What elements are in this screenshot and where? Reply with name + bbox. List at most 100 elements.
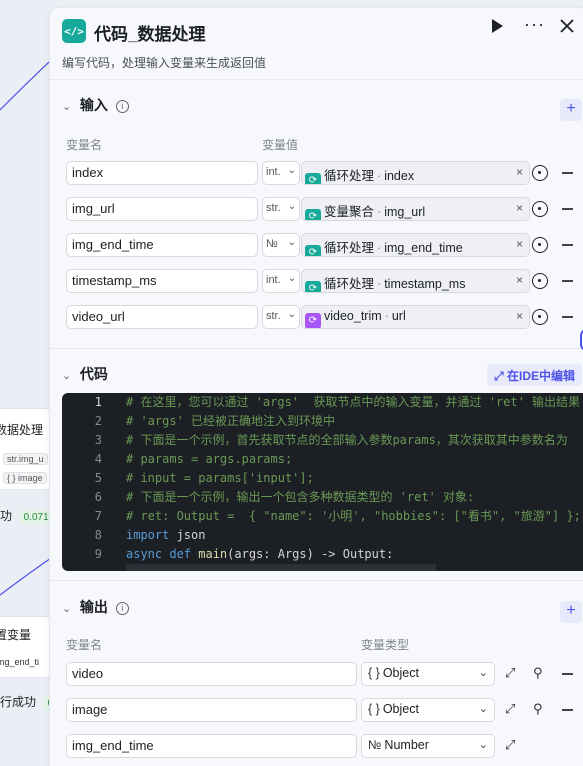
remove-input-icon[interactable] — [562, 244, 573, 246]
code-token: json — [169, 528, 206, 542]
output-type-select[interactable]: { } Object ⌄ — [361, 662, 495, 686]
code-token: import — [126, 528, 170, 542]
info-icon[interactable]: i — [115, 602, 129, 615]
type-icon: № — [368, 738, 382, 752]
remove-input-icon[interactable] — [562, 316, 573, 318]
line-number: 9 — [94, 547, 102, 561]
loop-node-title: 数据处理 — [0, 423, 44, 437]
clear-icon[interactable]: × — [516, 165, 523, 179]
code-line: 6 # 下面是一个示例，输出一个包含多种数据类型的 'ret' 对象: — [62, 488, 583, 507]
input-type-select[interactable]: int. ⌄ — [262, 161, 300, 185]
loop-node-fragment[interactable]: 数据处理 str.img_u { } image — [0, 408, 52, 490]
chevron-down-icon[interactable]: ⌄ — [62, 602, 76, 615]
source-variable-name: url — [391, 309, 406, 323]
input-value-reference[interactable]: ⟳ video_trim · url × — [301, 305, 530, 329]
code-node-icon: </> — [62, 19, 86, 43]
info-icon[interactable]: i — [115, 100, 129, 113]
more-icon[interactable]: ··· — [524, 14, 545, 35]
output-name-field[interactable]: image — [66, 698, 357, 722]
output-type-label: Object — [382, 702, 419, 716]
remove-output-icon[interactable] — [562, 709, 573, 711]
code-text: # params = args.params; — [126, 450, 292, 469]
input-value-reference[interactable]: ⟳ 循环处理 · img_end_time × — [301, 233, 530, 257]
input-type-select[interactable]: int. ⌄ — [262, 269, 300, 293]
add-output-button[interactable]: + — [560, 601, 582, 623]
inputs-header[interactable]: ⌄ 输入 i — [62, 95, 129, 115]
code-text: # ret: Output = { "name": '小明', "hobbies… — [126, 507, 581, 526]
input-name-field[interactable]: video_url — [66, 305, 258, 329]
remove-input-icon[interactable] — [562, 208, 573, 210]
clear-icon[interactable]: × — [516, 237, 523, 251]
output-type-label: Object — [382, 666, 419, 680]
code-line: 4 # params = args.params; — [62, 450, 583, 469]
input-value-reference[interactable]: ⟳ 循环处理 · timestamp_ms × — [301, 269, 530, 293]
clear-icon[interactable]: × — [516, 309, 523, 323]
input-value-reference[interactable]: ⟳ 变量聚合 · img_url × — [301, 197, 530, 221]
code-token: async def — [126, 547, 192, 561]
chevron-down-icon: ⌄ — [478, 703, 488, 715]
chevron-down-icon: ⌄ — [478, 739, 488, 751]
remove-input-icon[interactable] — [562, 280, 573, 282]
code-token: # input = params['input']; — [126, 471, 314, 485]
clear-icon[interactable]: × — [516, 201, 523, 215]
code-title: 代码 — [79, 366, 108, 382]
code-editor[interactable]: 1 # 在这里，您可以通过 'args' 获取节点中的输入变量，并通过 'ret'… — [62, 393, 583, 571]
input-type-select[interactable]: str. ⌄ — [262, 305, 300, 329]
node-description[interactable]: 编写代码，处理输入变量来生成返回值 — [62, 54, 266, 71]
output-col-type-label: 变量类型 — [361, 638, 410, 652]
target-icon[interactable] — [532, 165, 548, 181]
close-icon[interactable] — [560, 17, 574, 38]
output-type-select[interactable]: { } Object ⌄ — [361, 698, 495, 722]
play-icon[interactable] — [490, 18, 504, 39]
add-child-icon[interactable]: ⚲ — [533, 665, 543, 681]
inputs-section: ⌄ 输入 i + 变量名 变量值 index int. ⌄ ⟳ 循环处理 · index × i… — [50, 86, 583, 348]
input-name-field[interactable]: img_url — [66, 197, 258, 221]
chevron-down-icon[interactable]: ⌄ — [62, 369, 76, 382]
outputs-section: ⌄ 输出 i + 变量名 变量类型 video{ } Object ⌄ ⤢ ⚲ image… — [50, 580, 583, 766]
set-variable-node-fragment[interactable]: 置变量 img_end_ti — [0, 616, 52, 678]
code-token: # params = args.params; — [126, 452, 293, 466]
code-line: 9 async def main(args: Args) -> Output: — [62, 545, 583, 564]
line-number: 4 — [94, 452, 102, 466]
expand-icon[interactable]: ⤢ — [505, 665, 515, 681]
source-node-name: 循环处理 — [324, 277, 375, 291]
source-separator: · — [377, 241, 382, 255]
line-number: 6 — [94, 490, 102, 504]
input-type-select[interactable]: str. ⌄ — [262, 197, 300, 221]
target-icon[interactable] — [532, 309, 548, 325]
remove-output-icon[interactable] — [562, 673, 573, 675]
clear-icon[interactable]: × — [516, 273, 523, 287]
node-source-icon: ⟳ — [305, 313, 321, 328]
outputs-header[interactable]: ⌄ 输出 i — [62, 597, 129, 617]
output-name-field[interactable]: img_end_time — [66, 734, 357, 758]
chevron-down-icon[interactable]: ⌄ — [62, 100, 76, 113]
input-name-field[interactable]: timestamp_ms — [66, 269, 258, 293]
type-icon: { } — [368, 702, 380, 716]
code-header[interactable]: ⌄ 代码 — [62, 364, 108, 384]
code-text: # 'args' 已经被正确地注入到环境中 — [126, 412, 335, 431]
output-type-select[interactable]: № Number ⌄ — [361, 734, 495, 758]
expand-icon[interactable]: ⤢ — [505, 701, 515, 717]
output-name-field[interactable]: video — [66, 662, 357, 686]
run-result-a-label: 功 — [0, 509, 13, 523]
input-value-reference[interactable]: ⟳ 循环处理 · index × — [301, 161, 530, 185]
expand-icon[interactable]: ⤢ — [505, 737, 515, 753]
input-type-label: int. — [266, 274, 281, 286]
target-icon[interactable] — [532, 201, 548, 217]
edit-in-ide-button[interactable]: ⤢ 在IDE中编辑 — [487, 364, 582, 386]
add-input-button[interactable]: + — [560, 99, 582, 121]
source-node-name: video_trim — [324, 309, 382, 323]
node-title[interactable]: 代码_数据处理 — [94, 20, 205, 45]
node-source-icon: ⟳ — [305, 173, 321, 184]
code-token: main — [191, 547, 228, 561]
source-node-name: 循环处理 — [324, 169, 375, 183]
target-icon[interactable] — [532, 273, 548, 289]
target-icon[interactable] — [532, 237, 548, 253]
input-name-field[interactable]: img_end_time — [66, 233, 258, 257]
input-type-select[interactable]: № ⌄ — [262, 233, 300, 257]
code-line: 2 # 'args' 已经被正确地注入到环境中 — [62, 412, 583, 431]
input-name-field[interactable]: index — [66, 161, 258, 185]
remove-input-icon[interactable] — [562, 172, 573, 174]
add-child-icon[interactable]: ⚲ — [533, 701, 543, 717]
input-type-label: str. — [266, 202, 281, 214]
